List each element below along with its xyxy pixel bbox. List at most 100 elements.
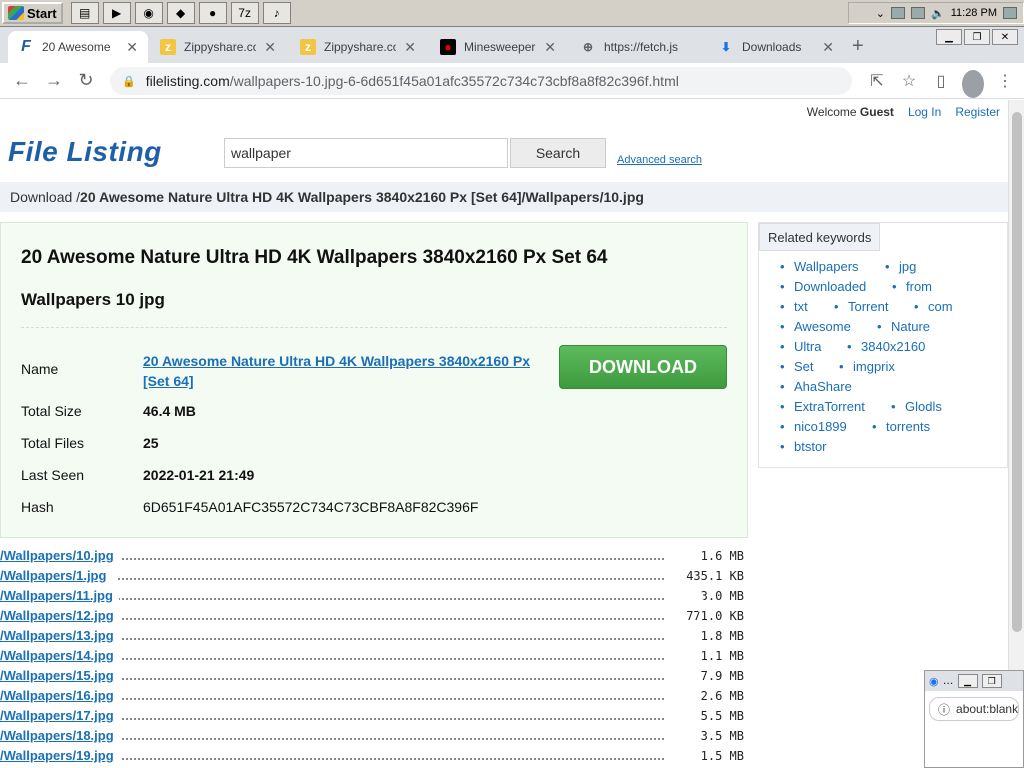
tab-title: https://fetch.js [604,40,679,54]
register-link[interactable]: Register [955,105,1000,119]
file-link[interactable]: /Wallpapers/17.jpg [0,706,120,726]
file-link[interactable]: /Wallpapers/10.jpg [0,546,120,566]
close-window-icon[interactable]: ✕ [992,29,1018,45]
tab-zippyshare-1[interactable]: z Zippyshare.co ✕ [150,31,286,63]
keyword-link[interactable]: jpg [885,259,917,274]
file-size: 1.5 MB [700,749,744,763]
page-scrollbar[interactable] [1008,100,1024,768]
keyword-link[interactable]: from [892,279,932,294]
folder-icon[interactable]: ▤ [70,2,99,24]
keyword-link[interactable]: torrents [872,419,930,434]
globe-icon[interactable]: ● [198,2,227,24]
tab-downloads[interactable]: ⬇ Downloads ✕ [708,31,844,63]
close-icon[interactable]: ✕ [264,39,276,56]
share-icon[interactable]: ⇱ [866,67,888,95]
app-icon[interactable]: ◆ [166,2,195,24]
winamp-icon[interactable]: ♪ [262,2,291,24]
site-logo[interactable]: File Listing [8,136,162,168]
torrent-name-link[interactable]: 20 Awesome Nature Ultra HD 4K Wallpapers… [143,351,543,391]
network-icon[interactable] [911,7,926,19]
tab-minesweeper[interactable]: ● Minesweeper ✕ [430,31,566,63]
divider [21,327,727,328]
back-arrow-icon[interactable]: ← [6,65,38,97]
tab-title: Zippyshare.co [324,40,397,54]
forward-arrow-icon[interactable]: → [38,65,70,97]
tab-fetch[interactable]: ⊕ https://fetch.js [570,31,706,63]
keyword-link[interactable]: Nature [877,319,930,334]
keyword-link[interactable]: Torrent [834,299,889,314]
login-link[interactable]: Log In [908,105,941,119]
seen-label: Last Seen [21,467,85,483]
lock-icon[interactable]: 🔒 [122,75,136,88]
advanced-search-link[interactable]: Advanced search [617,154,702,166]
file-link[interactable]: /Wallpapers/1.jpg [0,566,113,586]
system-tray: ⌄ 🔈 11:28 PM [848,2,1024,24]
dotted-leader [118,746,664,760]
minimize-icon[interactable]: ▁ [957,674,978,688]
minimize-icon[interactable]: ▁ [936,29,962,45]
dotted-leader [118,666,664,680]
archive-icon[interactable]: 7z [230,2,259,24]
close-icon[interactable]: ✕ [822,39,834,56]
tab-zippyshare-2[interactable]: z Zippyshare.co ✕ [290,31,426,63]
keyword-link[interactable]: Set [780,359,813,374]
file-link[interactable]: /Wallpapers/11.jpg [0,586,119,606]
clock[interactable]: 11:28 PM [951,7,997,19]
popup-address-bar[interactable]: ⓘ about:blank [929,697,1019,721]
restore-icon[interactable]: ❐ [964,29,990,45]
chevron-down-icon[interactable]: ⌄ [876,7,885,20]
start-label: Start [27,5,57,21]
download-icon: ⬇ [720,40,732,54]
keyword-link[interactable]: Wallpapers [780,259,858,274]
tab-file-listing[interactable]: F 20 Awesome ✕ [8,31,148,63]
close-icon[interactable]: ✕ [404,39,416,56]
volume-icon[interactable]: 🔈 [931,7,945,20]
dotted-leader [118,586,664,600]
scrollbar-thumb[interactable] [1012,112,1022,632]
keyword-link[interactable]: 3840x2160 [847,339,925,354]
file-row: /Wallpapers/14.jpg 1.1 MB [0,646,748,666]
keyword-link[interactable]: nico1899 [780,419,847,434]
search-button[interactable]: Search [510,138,606,168]
close-icon[interactable]: ✕ [126,39,138,56]
menu-dots-icon[interactable]: ⋮ [994,67,1016,95]
keyword-link[interactable]: AhaShare [780,379,852,394]
keyword-link[interactable]: Awesome [780,319,851,334]
security-icon[interactable] [891,7,906,19]
keyword-link[interactable]: Downloaded [780,279,866,294]
keyword-link[interactable]: ExtraTorrent [780,399,865,414]
file-size: 435.1 KB [686,569,744,583]
desktop-icon[interactable] [1003,7,1017,19]
keyword-link[interactable]: com [914,299,952,314]
media-player-icon[interactable]: ▶ [102,2,131,24]
file-size: 1.6 MB [700,549,744,563]
side-panel-icon[interactable]: ▯ [930,67,952,95]
file-row: /Wallpapers/18.jpg 3.5 MB [0,726,748,746]
download-button[interactable]: DOWNLOAD [559,345,727,389]
keyword-link[interactable]: txt [780,299,807,314]
keyword-link[interactable]: imgprix [839,359,895,374]
breadcrumb-path: 20 Awesome Nature Ultra HD 4K Wallpapers… [80,189,644,205]
restore-icon[interactable]: ❐ [981,674,1002,688]
new-tab-button[interactable]: + [852,35,864,58]
search-input[interactable] [224,138,508,168]
star-icon[interactable]: ☆ [898,67,920,95]
file-link[interactable]: /Wallpapers/15.jpg [0,666,120,686]
keyword-link[interactable]: Glodls [891,399,942,414]
file-link[interactable]: /Wallpapers/18.jpg [0,726,120,746]
address-bar[interactable]: 🔒 filelisting.com/wallpapers-10.jpg-6-6d… [110,67,852,95]
start-button[interactable]: Start [2,2,63,24]
file-link[interactable]: /Wallpapers/13.jpg [0,626,120,646]
file-link[interactable]: /Wallpapers/19.jpg [0,746,120,766]
dotted-leader [118,686,664,700]
profile-avatar[interactable] [962,70,984,98]
file-link[interactable]: /Wallpapers/12.jpg [0,606,120,626]
close-icon[interactable]: ✕ [544,39,556,56]
size-label: Total Size [21,403,82,419]
file-link[interactable]: /Wallpapers/16.jpg [0,686,120,706]
keyword-link[interactable]: btstor [780,439,826,454]
file-link[interactable]: /Wallpapers/14.jpg [0,646,120,666]
reload-icon[interactable]: ↻ [70,65,102,97]
keyword-link[interactable]: Ultra [780,339,822,354]
chrome-icon[interactable]: ◉ [134,2,163,24]
